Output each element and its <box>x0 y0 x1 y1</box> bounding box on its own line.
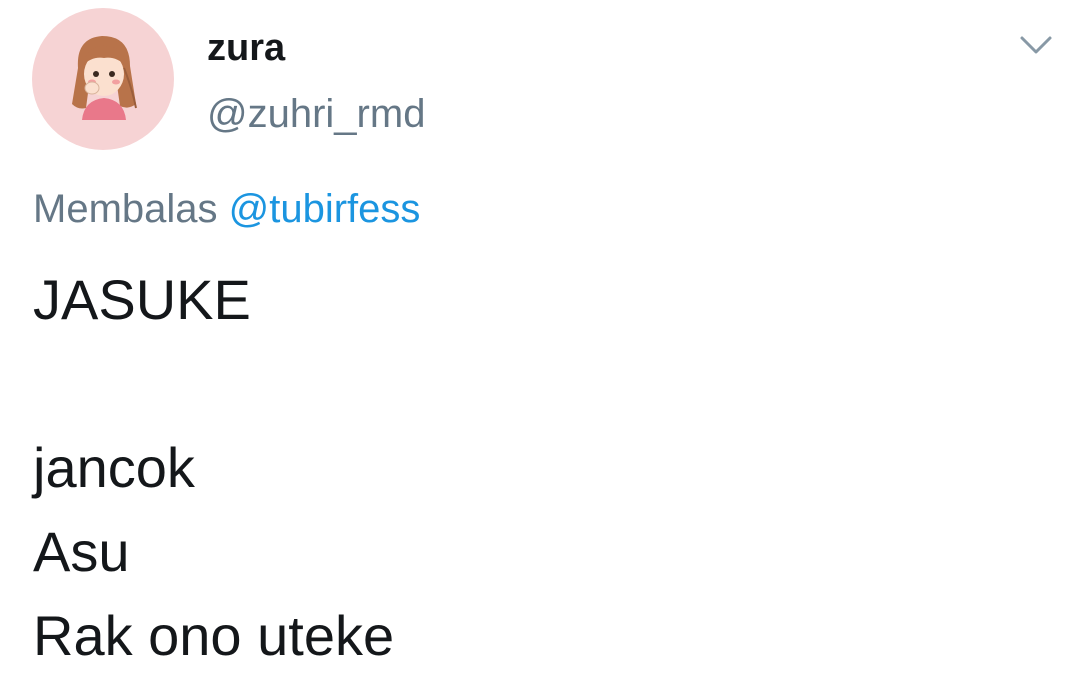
tweet-line: Asu <box>33 520 130 583</box>
chevron-down-icon <box>1020 36 1052 54</box>
tweet-line: Rak ono uteke <box>33 604 395 667</box>
reply-mention-link[interactable]: @tubirfess <box>229 187 421 231</box>
reply-prefix: Membalas <box>33 187 218 231</box>
reply-context: Membalas @tubirfess <box>33 182 420 236</box>
tweet-text: JASUKE jancok Asu Rak ono uteke <box>33 258 394 678</box>
tweet-menu-button[interactable] <box>1016 30 1056 62</box>
tweet-line: JASUKE <box>33 268 251 331</box>
display-name[interactable]: zura <box>207 24 285 72</box>
tweet-line: jancok <box>33 436 195 499</box>
user-handle[interactable]: @zuhri_rmd <box>207 88 425 140</box>
avatar[interactable] <box>32 8 174 150</box>
tweet-card: zura @zuhri_rmd Membalas @tubirfess JASU… <box>0 0 1080 679</box>
cartoon-girl-avatar-icon <box>72 36 137 120</box>
